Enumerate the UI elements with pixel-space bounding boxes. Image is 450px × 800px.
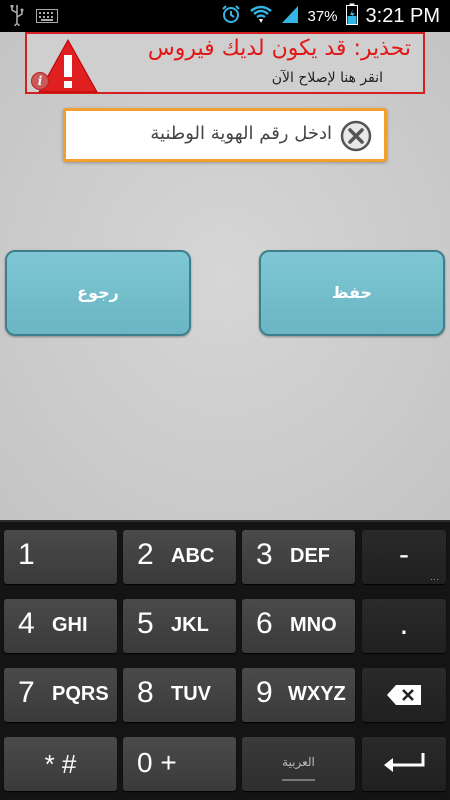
status-bar: 37% 3:21 PM <box>0 0 450 32</box>
alarm-icon <box>221 4 241 28</box>
key-3[interactable]: 3 DEF <box>242 530 355 584</box>
warning-title: تحذير: قد يكون لديك فيروس <box>147 36 411 61</box>
key-9[interactable]: 9 WXYZ <box>242 668 355 722</box>
signal-icon <box>281 4 299 28</box>
key-7[interactable]: 7 PQRS <box>4 668 117 722</box>
key-1[interactable]: 1 <box>4 530 117 584</box>
status-time: 3:21 PM <box>365 4 440 27</box>
key-period[interactable]: . <box>362 599 446 653</box>
enter-key[interactable] <box>362 737 446 791</box>
wifi-icon <box>249 4 273 28</box>
clear-icon[interactable] <box>340 120 372 156</box>
battery-percent: 37% <box>307 7 338 25</box>
key-dash[interactable]: - ... <box>362 530 446 584</box>
numeric-keyboard: 1 2 ABC 3 DEF - ... 4 GHI 5 JKL 6 MNO . … <box>0 520 450 800</box>
usb-icon <box>10 4 24 30</box>
warning-subtitle: انقر هنا لإصلاح الآن <box>271 70 383 86</box>
spacebar-line <box>282 779 315 781</box>
backspace-icon <box>362 684 446 711</box>
virus-warning-banner[interactable]: تحذير: قد يكون لديك فيروس انقر هنا لإصلا… <box>25 32 425 94</box>
warning-icon <box>37 38 99 98</box>
backspace-key[interactable] <box>362 668 446 722</box>
info-icon[interactable]: i <box>31 72 49 90</box>
back-button[interactable]: رجوع <box>5 250 191 336</box>
key-star-hash[interactable]: * # <box>4 737 117 791</box>
key-4[interactable]: 4 GHI <box>4 599 117 653</box>
key-2[interactable]: 2 ABC <box>123 530 236 584</box>
language-key[interactable]: العربية <box>242 737 355 791</box>
key-6[interactable]: 6 MNO <box>242 599 355 653</box>
keyboard-icon <box>36 8 58 27</box>
save-button[interactable]: حفظ <box>259 250 445 336</box>
key-0[interactable]: 0 + <box>123 737 236 791</box>
national-id-placeholder: ادخل رقم الهوية الوطنية <box>150 123 332 144</box>
key-5[interactable]: 5 JKL <box>123 599 236 653</box>
enter-icon <box>362 751 446 780</box>
key-8[interactable]: 8 TUV <box>123 668 236 722</box>
national-id-field[interactable]: ادخل رقم الهوية الوطنية <box>63 108 387 162</box>
battery-icon <box>345 3 358 29</box>
